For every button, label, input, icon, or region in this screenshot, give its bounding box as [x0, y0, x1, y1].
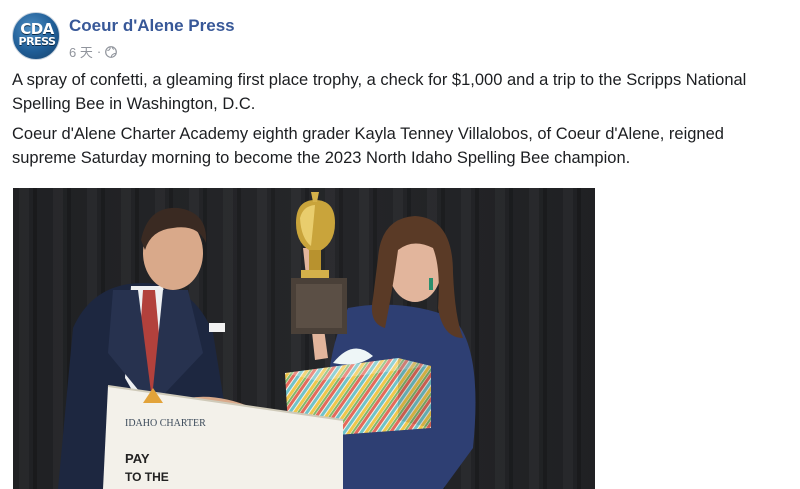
check-to-the: TO THE: [125, 470, 169, 484]
post-timestamp[interactable]: 6 天: [69, 42, 93, 61]
post-photo[interactable]: IDAHO CHARTER PAY TO THE: [13, 188, 595, 489]
post-text: A spray of confetti, a gleaming first pl…: [12, 68, 792, 176]
check-brand: IDAHO CHARTER: [125, 418, 206, 429]
check-pay: PAY: [125, 451, 150, 466]
meta-separator: ·: [96, 44, 102, 59]
globe-icon[interactable]: [105, 45, 118, 58]
post-header: CDA PRESS Coeur d'Alene Press 6 天 ·: [12, 12, 712, 62]
post-paragraph-1: A spray of confetti, a gleaming first pl…: [12, 71, 747, 113]
avatar-text-bottom: PRESS: [18, 35, 56, 48]
avatar[interactable]: CDA PRESS: [12, 12, 60, 60]
post-meta: 6 天 ·: [69, 42, 118, 61]
photo-illustration: IDAHO CHARTER PAY TO THE: [13, 188, 595, 489]
post-paragraph-2: Coeur d'Alene Charter Academy eighth gra…: [12, 125, 724, 167]
avatar-logo: CDA PRESS: [13, 22, 59, 48]
page-name-link[interactable]: Coeur d'Alene Press: [69, 16, 235, 36]
